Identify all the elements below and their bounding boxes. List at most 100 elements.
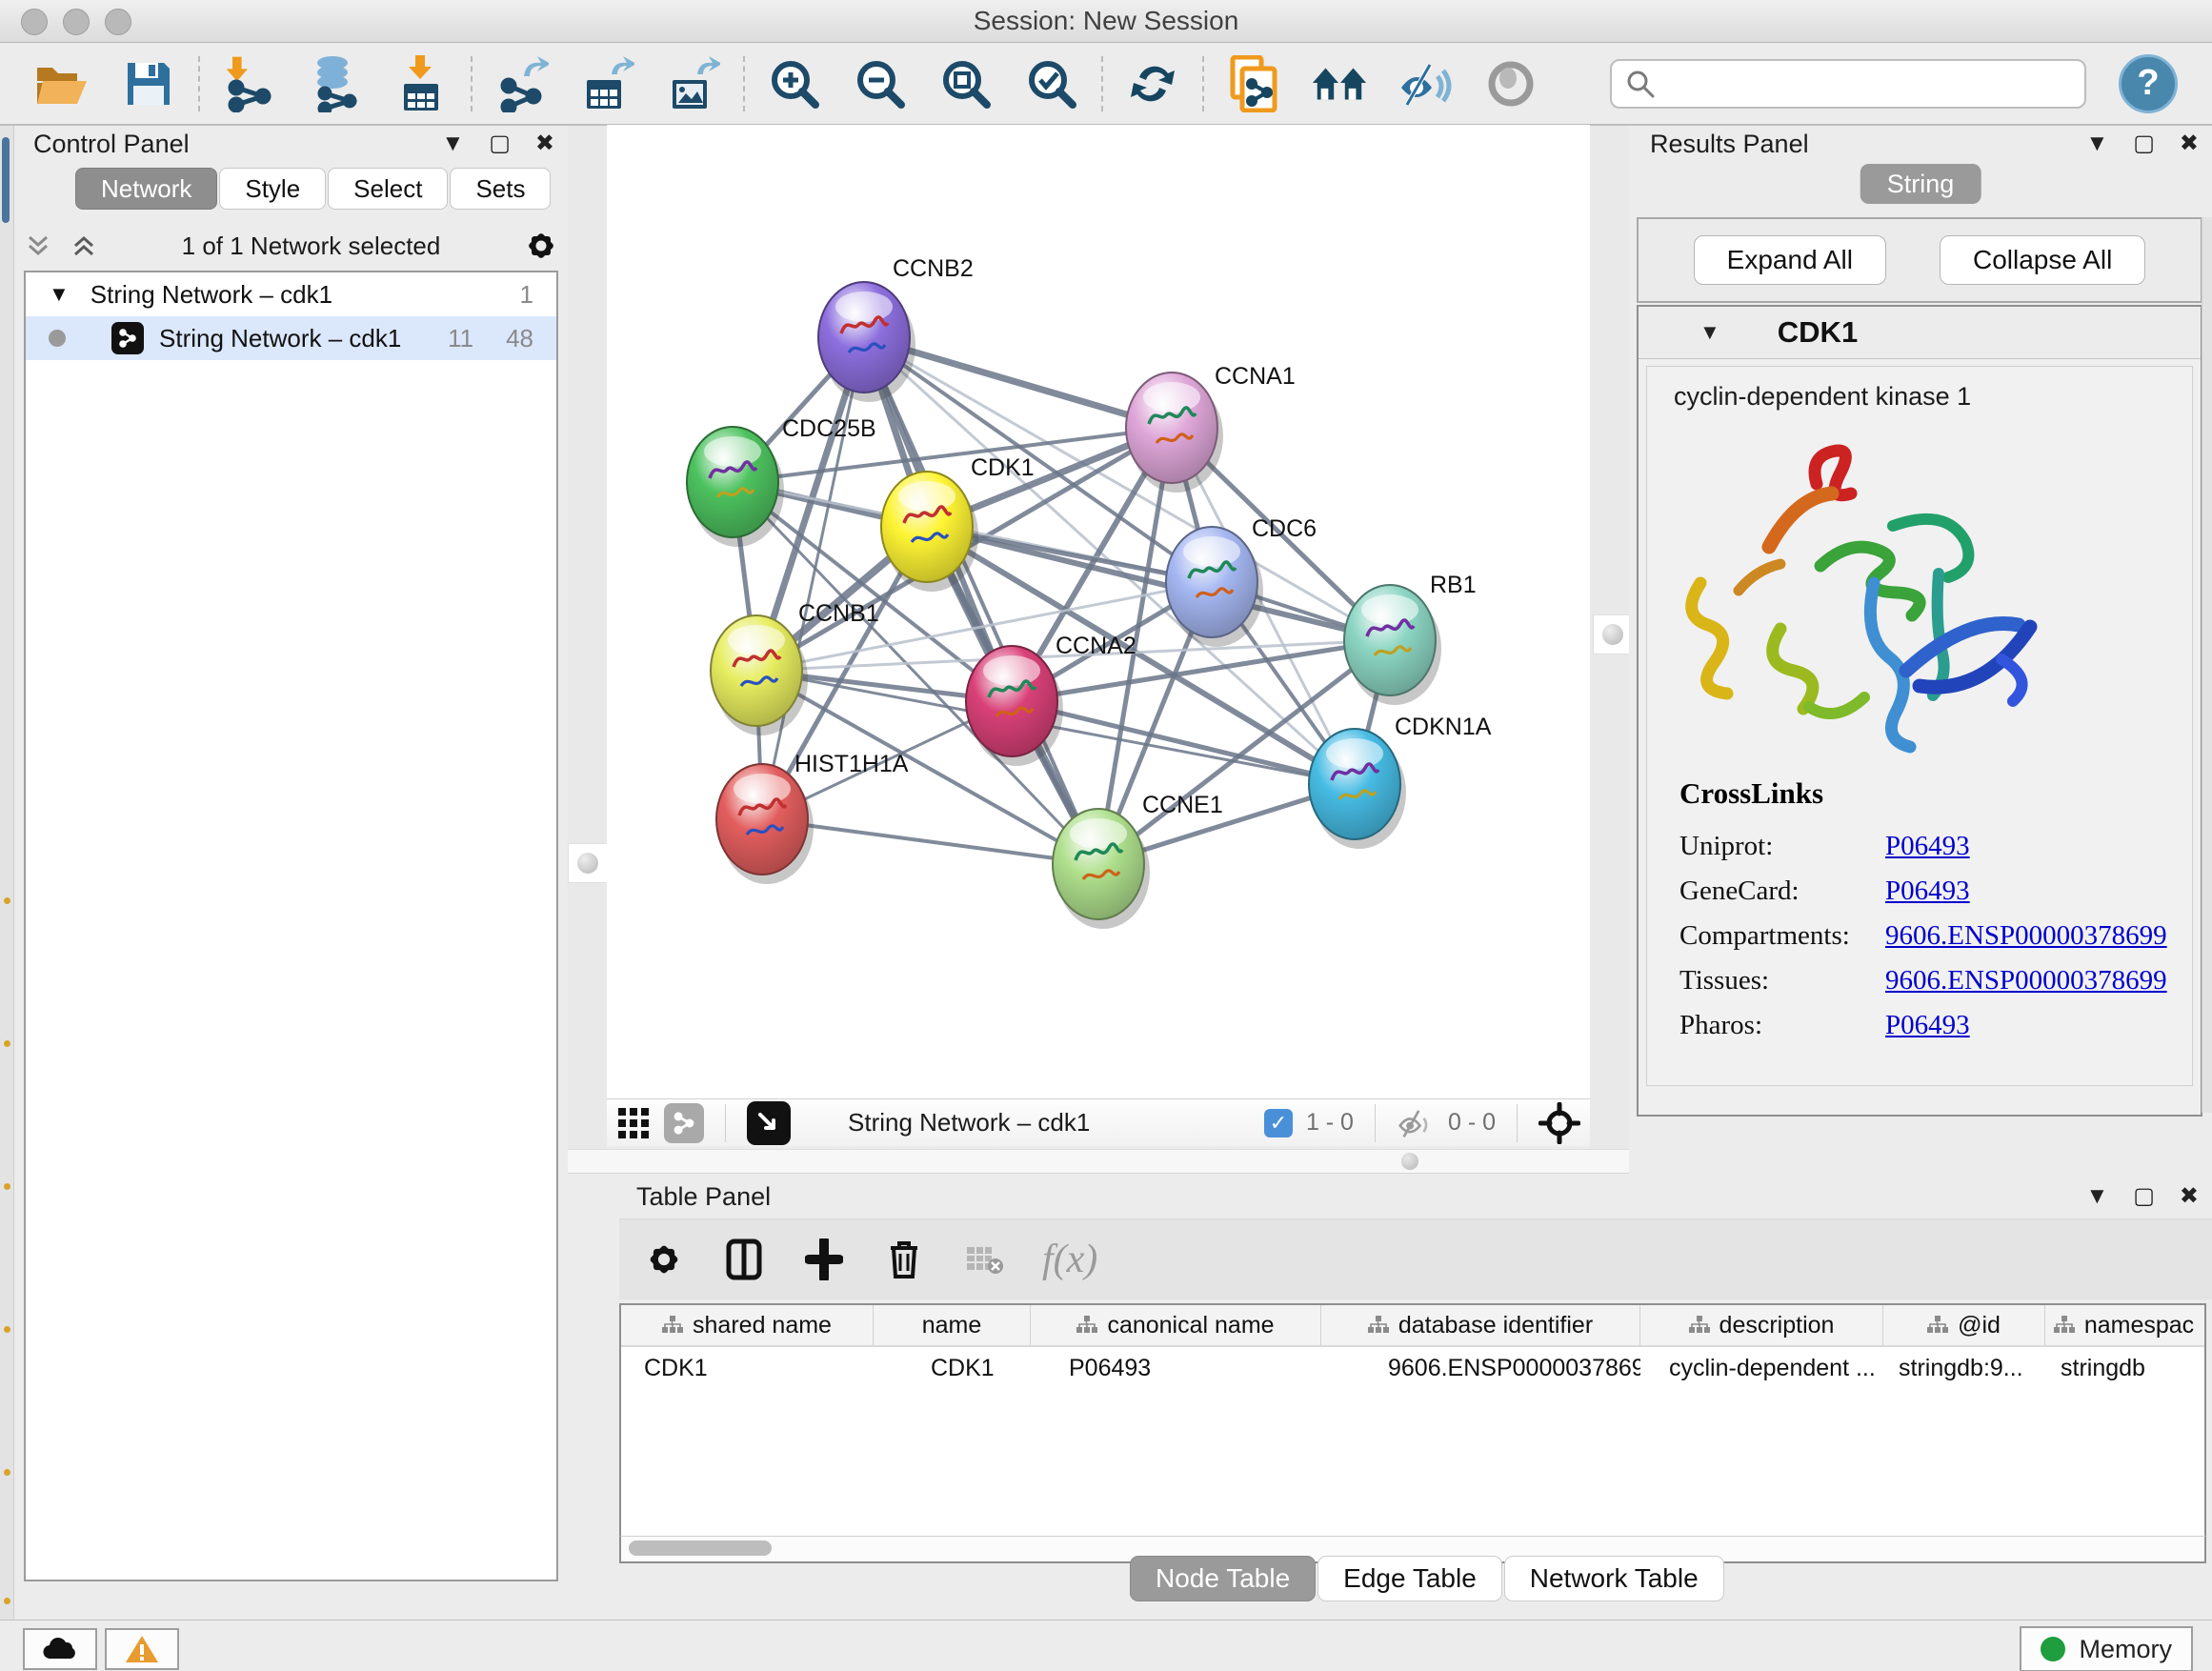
cell-shared-name[interactable]: CDK1 bbox=[621, 1347, 874, 1389]
cell-namespace[interactable]: stringdb bbox=[2045, 1347, 2202, 1389]
network-node-RB1[interactable] bbox=[1344, 585, 1441, 705]
toolbar-separator bbox=[1202, 56, 1204, 111]
protein-card-header[interactable]: ▼ CDK1 bbox=[1639, 307, 2201, 359]
help-icon[interactable]: ? bbox=[2119, 54, 2178, 113]
tab-network-table[interactable]: Network Table bbox=[1504, 1556, 1724, 1601]
panel-menu-icon[interactable]: ▼ bbox=[2085, 132, 2108, 155]
cell-id[interactable]: stringdb:9... bbox=[1883, 1347, 2045, 1389]
export-network-icon[interactable] bbox=[493, 55, 551, 112]
panel-float-icon[interactable]: ▢ bbox=[2133, 132, 2155, 155]
collapse-triangle-icon[interactable]: ▼ bbox=[1699, 320, 1720, 345]
zoom-selected-icon[interactable] bbox=[1023, 55, 1080, 112]
panel-float-icon[interactable]: ▢ bbox=[489, 132, 511, 155]
application-window: Session: New Session bbox=[0, 0, 2212, 1671]
create-column-icon[interactable] bbox=[802, 1238, 846, 1281]
column-header[interactable]: shared name bbox=[621, 1305, 874, 1345]
column-header[interactable]: namespac bbox=[2045, 1305, 2202, 1345]
network-node-CCNE1[interactable] bbox=[1053, 809, 1150, 929]
crosslink-link[interactable]: P06493 bbox=[1885, 831, 1970, 862]
zoom-fit-icon[interactable] bbox=[937, 55, 995, 112]
network-node-CCNB1[interactable] bbox=[711, 615, 808, 735]
export-table-icon[interactable] bbox=[579, 55, 636, 112]
network-node-CDKN1A[interactable] bbox=[1309, 729, 1406, 849]
import-table-icon[interactable] bbox=[392, 55, 450, 112]
tab-edge-table[interactable]: Edge Table bbox=[1317, 1556, 1502, 1601]
export-image-icon[interactable] bbox=[665, 55, 722, 112]
hidden-eye-icon[interactable] bbox=[1397, 1107, 1435, 1139]
collapse-all-icon[interactable] bbox=[24, 232, 52, 260]
cell-name[interactable]: CDK1 bbox=[874, 1347, 1031, 1389]
table-settings-gear-icon[interactable] bbox=[642, 1238, 686, 1281]
panel-menu-icon[interactable]: ▼ bbox=[441, 132, 464, 155]
results-scrollbar[interactable] bbox=[2202, 217, 2212, 1113]
import-network-file-icon[interactable] bbox=[221, 55, 278, 112]
show-hide-icon[interactable] bbox=[1397, 55, 1454, 112]
column-header[interactable]: name bbox=[874, 1305, 1031, 1345]
delete-column-icon[interactable] bbox=[882, 1238, 926, 1281]
network-node-CDK1[interactable] bbox=[881, 472, 978, 592]
network-options-gear-icon[interactable] bbox=[524, 229, 558, 263]
tab-node-table[interactable]: Node Table bbox=[1130, 1556, 1316, 1601]
cell-database-identifier[interactable]: 9606.ENSP00000378699 bbox=[1321, 1347, 1640, 1389]
save-session-icon[interactable] bbox=[120, 55, 177, 112]
column-header[interactable]: description bbox=[1640, 1305, 1883, 1345]
zoom-out-icon[interactable] bbox=[852, 55, 909, 112]
search-input[interactable] bbox=[1656, 68, 2071, 99]
cell-canonical-name[interactable]: P06493 bbox=[1031, 1347, 1321, 1389]
tab-style[interactable]: Style bbox=[219, 168, 326, 210]
crosslink-link[interactable]: 9606.ENSP00000378699 bbox=[1885, 965, 2167, 997]
tab-select[interactable]: Select bbox=[328, 168, 448, 210]
birdseye-view-icon[interactable] bbox=[747, 1101, 791, 1145]
cell-description[interactable]: cyclin-dependent ... bbox=[1640, 1347, 1883, 1389]
crosslink-link[interactable]: P06493 bbox=[1885, 1010, 1970, 1041]
column-header[interactable]: canonical name bbox=[1031, 1305, 1321, 1345]
network-canvas[interactable]: CCNB2CCNA1CDC25BCDK1CDC6RB1CCNB1CCNA2CDK… bbox=[607, 125, 1590, 1098]
network-node-HIST1H1A[interactable] bbox=[716, 764, 814, 884]
tab-network[interactable]: Network bbox=[75, 168, 217, 210]
expand-all-icon[interactable] bbox=[70, 232, 98, 260]
column-header[interactable]: @id bbox=[1883, 1305, 2045, 1345]
warnings-button[interactable] bbox=[105, 1628, 179, 1670]
network-row[interactable]: String Network – cdk1 11 48 bbox=[26, 316, 556, 360]
selected-nodes-checkbox[interactable]: ✓ bbox=[1264, 1109, 1293, 1137]
scrollbar-thumb[interactable] bbox=[629, 1540, 772, 1556]
expand-all-button[interactable]: Expand All bbox=[1694, 235, 1886, 285]
panel-close-icon[interactable]: ✖ bbox=[2180, 1185, 2199, 1208]
crosslink-link[interactable]: P06493 bbox=[1885, 876, 1970, 907]
tab-sets[interactable]: Sets bbox=[450, 168, 551, 210]
panel-close-icon[interactable]: ✖ bbox=[2180, 132, 2199, 155]
left-splitter-handle[interactable] bbox=[568, 843, 608, 883]
search-field[interactable] bbox=[1610, 59, 2086, 109]
network-node-CCNB2[interactable] bbox=[818, 282, 915, 402]
panel-menu-icon[interactable]: ▼ bbox=[2085, 1185, 2108, 1208]
network-edge[interactable] bbox=[864, 337, 1098, 864]
collapse-all-button[interactable]: Collapse All bbox=[1940, 235, 2145, 285]
column-header[interactable]: database identifier bbox=[1321, 1305, 1640, 1345]
show-columns-icon[interactable] bbox=[722, 1238, 766, 1281]
network-share-icon[interactable] bbox=[664, 1103, 704, 1143]
tree-expander-icon[interactable]: ▼ bbox=[49, 282, 70, 307]
first-neighbors-icon[interactable] bbox=[1311, 55, 1368, 112]
tab-string[interactable]: String bbox=[1860, 164, 1981, 204]
network-node-CDC6[interactable] bbox=[1166, 527, 1263, 647]
network-collection-row[interactable]: ▼ String Network – cdk1 1 bbox=[26, 272, 556, 316]
clone-network-icon[interactable] bbox=[1225, 55, 1282, 112]
network-edge[interactable] bbox=[762, 337, 864, 819]
graphics-detail-icon[interactable] bbox=[1482, 55, 1539, 112]
memory-button[interactable]: Memory bbox=[2020, 1626, 2193, 1671]
right-splitter-handle[interactable] bbox=[1593, 614, 1633, 654]
panel-close-icon[interactable]: ✖ bbox=[535, 132, 554, 155]
cloud-button[interactable] bbox=[23, 1628, 97, 1670]
network-node-CCNA1[interactable] bbox=[1126, 372, 1223, 493]
network-node-CCNA2[interactable] bbox=[966, 646, 1063, 766]
zoom-in-icon[interactable] bbox=[766, 55, 823, 112]
grid-view-icon[interactable] bbox=[616, 1106, 651, 1140]
refresh-icon[interactable] bbox=[1124, 55, 1181, 112]
reposition-crosshair-icon[interactable] bbox=[1538, 1102, 1580, 1144]
node-count: 11 bbox=[448, 324, 473, 353]
import-network-database-icon[interactable] bbox=[307, 55, 364, 112]
panel-float-icon[interactable]: ▢ bbox=[2133, 1185, 2155, 1208]
table-row[interactable]: CDK1 CDK1 P06493 9606.ENSP00000378699 cy… bbox=[621, 1347, 2204, 1389]
crosslink-link[interactable]: 9606.ENSP00000378699 bbox=[1885, 920, 2167, 952]
open-file-icon[interactable] bbox=[34, 55, 91, 112]
